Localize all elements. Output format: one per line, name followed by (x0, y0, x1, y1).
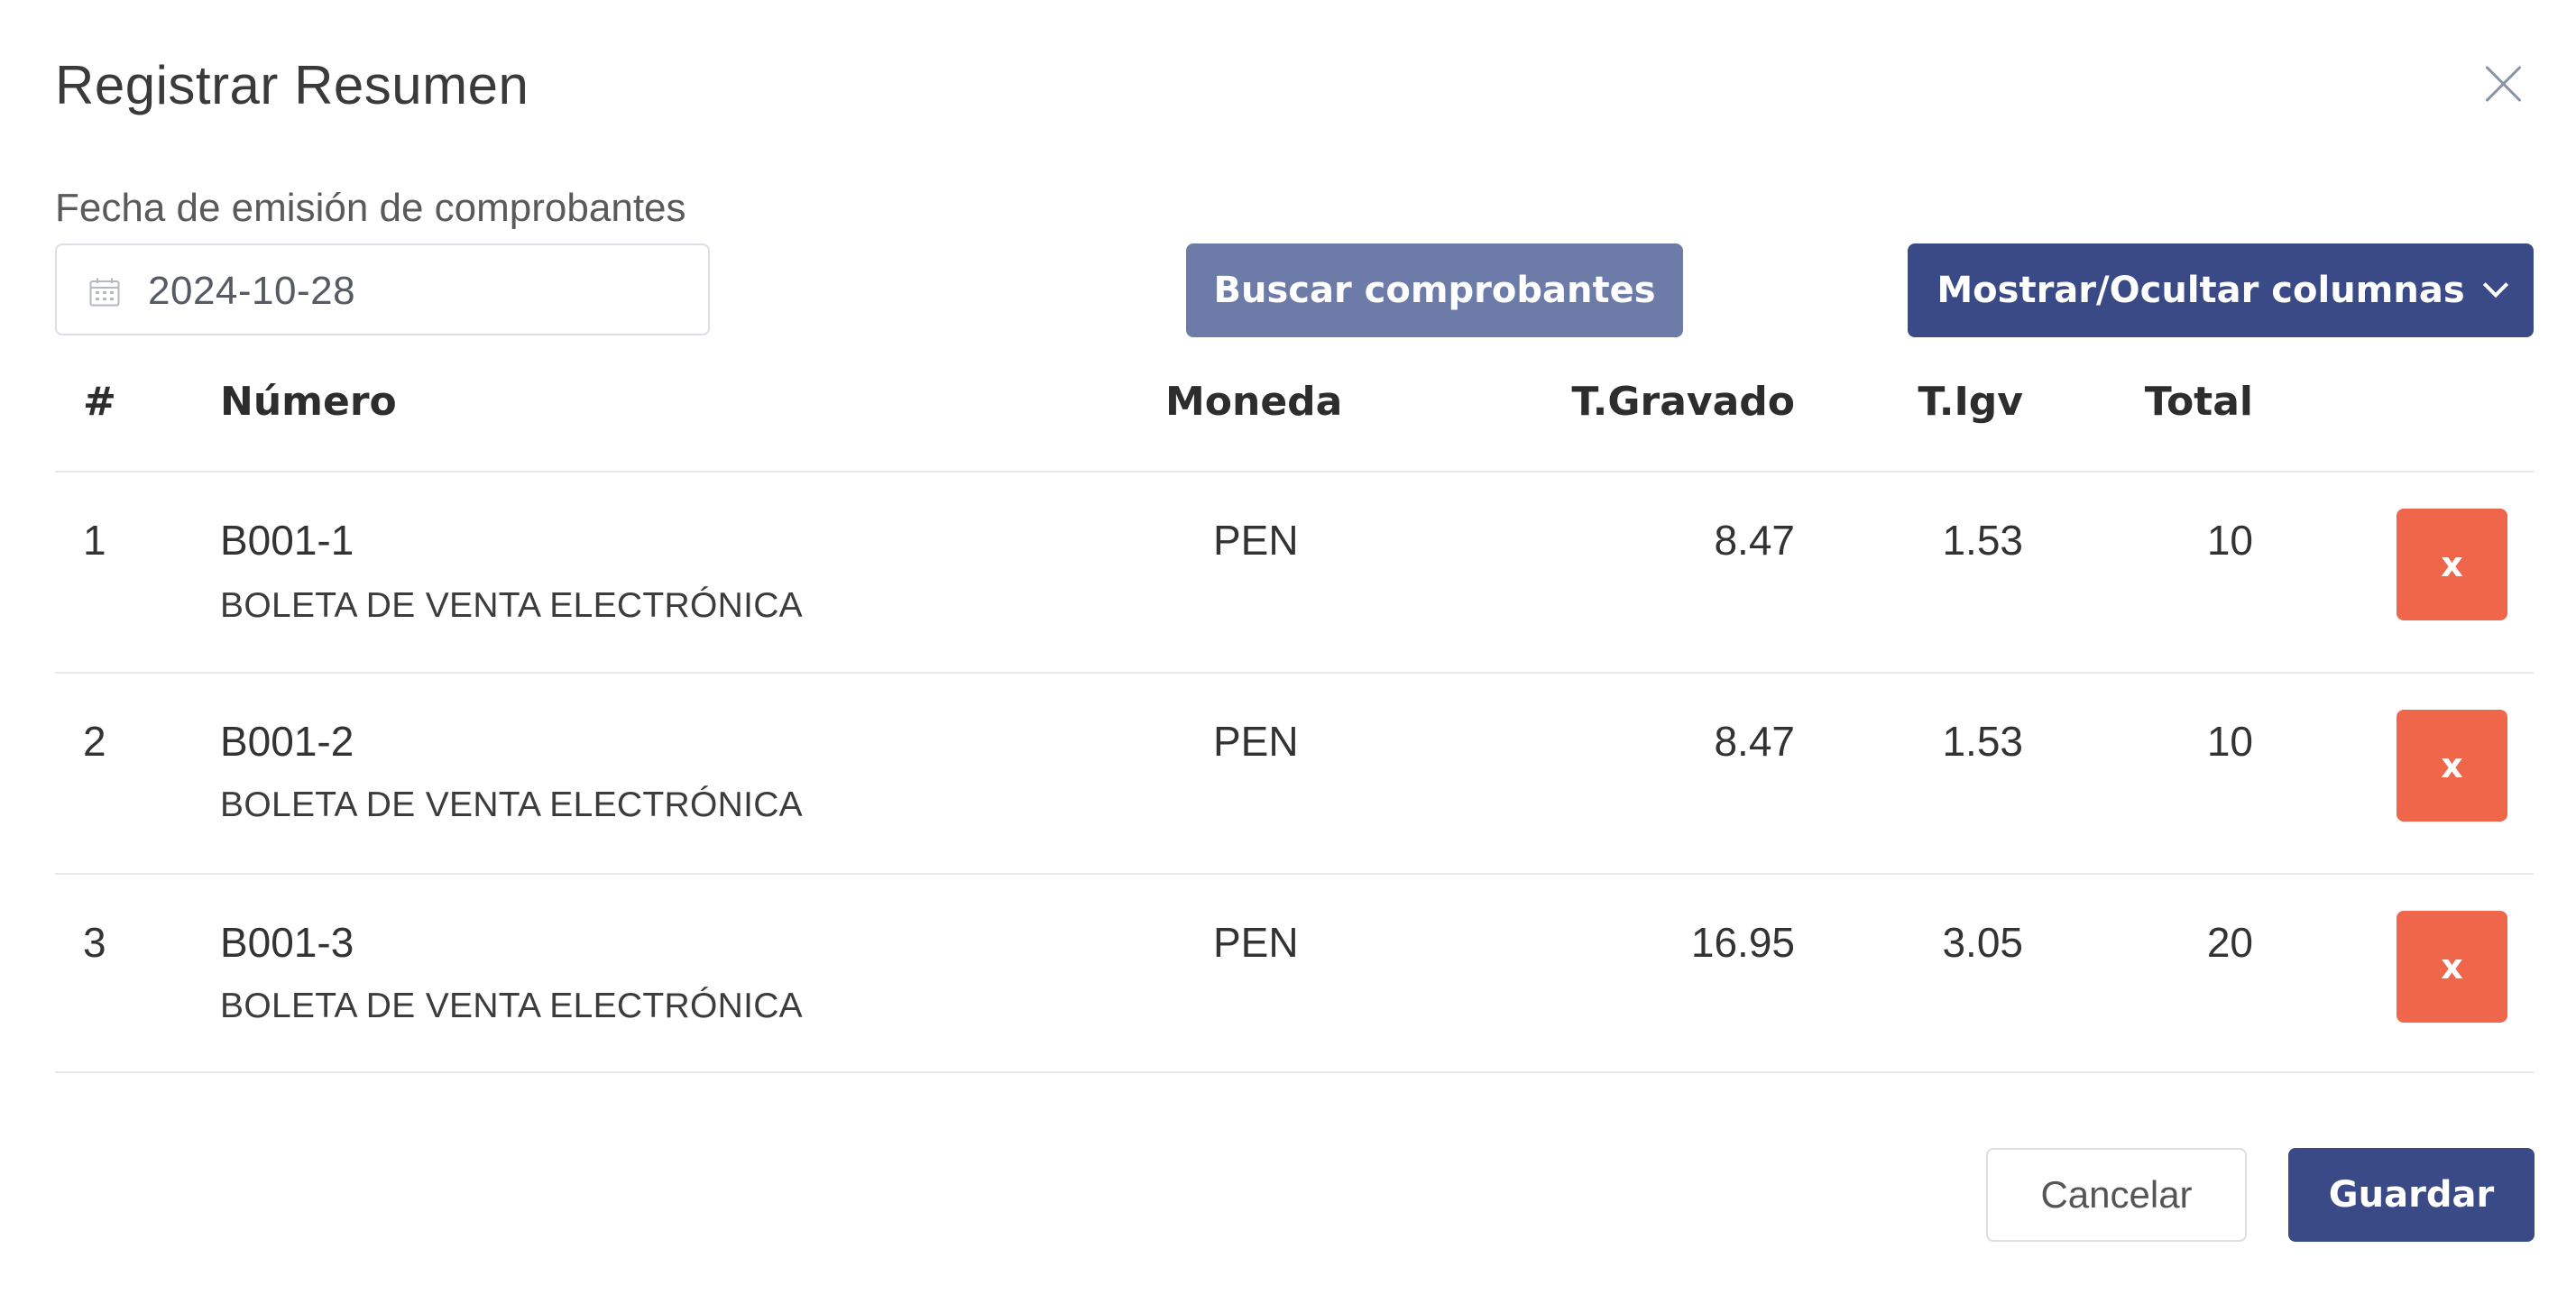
row-taxed: 8.47 (1714, 517, 1795, 564)
row-number: B001-1 (220, 517, 354, 564)
search-receipts-label: Buscar comprobantes (1213, 270, 1656, 311)
divider (55, 1071, 2534, 1073)
divider (55, 873, 2534, 875)
save-button[interactable]: Guardar (2288, 1148, 2535, 1242)
chevron-down-icon (2482, 271, 2508, 298)
calendar-icon (89, 278, 120, 307)
close-icon[interactable] (2482, 63, 2524, 105)
header-index: # (83, 379, 116, 425)
header-number: Número (220, 379, 397, 425)
row-number: B001-3 (220, 919, 354, 966)
divider (55, 672, 2534, 674)
row-taxed: 8.47 (1714, 718, 1795, 765)
delete-row-button[interactable]: x (2397, 911, 2507, 1023)
delete-row-button[interactable]: x (2397, 710, 2507, 822)
dialog-title: Registrar Resumen (55, 55, 529, 115)
cancel-label: Cancelar (2040, 1173, 2193, 1216)
row-igv: 1.53 (1942, 517, 2023, 564)
date-input[interactable]: 2024-10-28 (55, 243, 710, 335)
row-doc-type: BOLETA DE VENTA ELECTRÓNICA (220, 785, 803, 824)
save-label: Guardar (2328, 1174, 2495, 1216)
row-doc-type: BOLETA DE VENTA ELECTRÓNICA (220, 586, 803, 625)
row-index: 3 (83, 919, 106, 966)
cancel-button[interactable]: Cancelar (1986, 1148, 2247, 1242)
header-taxed: T.Gravado (1571, 379, 1795, 425)
toggle-columns-button[interactable]: Mostrar/Ocultar columnas (1908, 243, 2534, 337)
divider (55, 471, 2534, 473)
toggle-columns-label: Mostrar/Ocultar columnas (1937, 270, 2465, 311)
row-taxed: 16.95 (1690, 919, 1795, 966)
header-currency: Moneda (1165, 379, 1343, 425)
register-summary-dialog: Registrar Resumen Fecha de emisión de co… (0, 0, 2576, 1313)
row-total: 10 (2206, 718, 2253, 765)
search-receipts-button[interactable]: Buscar comprobantes (1186, 243, 1683, 337)
row-igv: 1.53 (1942, 718, 2023, 765)
row-total: 10 (2206, 517, 2253, 564)
header-total: Total (2144, 379, 2253, 425)
row-currency: PEN (1213, 718, 1299, 765)
row-number: B001-2 (220, 718, 354, 765)
date-label: Fecha de emisión de comprobantes (55, 186, 686, 230)
row-index: 2 (83, 718, 106, 765)
row-igv: 3.05 (1942, 919, 2023, 966)
header-igv: T.Igv (1918, 379, 2023, 425)
row-currency: PEN (1213, 919, 1299, 966)
date-value: 2024-10-28 (148, 269, 356, 313)
delete-row-button[interactable]: x (2397, 509, 2507, 620)
row-total: 20 (2206, 919, 2253, 966)
row-index: 1 (83, 517, 106, 564)
row-currency: PEN (1213, 517, 1299, 564)
row-doc-type: BOLETA DE VENTA ELECTRÓNICA (220, 987, 803, 1025)
